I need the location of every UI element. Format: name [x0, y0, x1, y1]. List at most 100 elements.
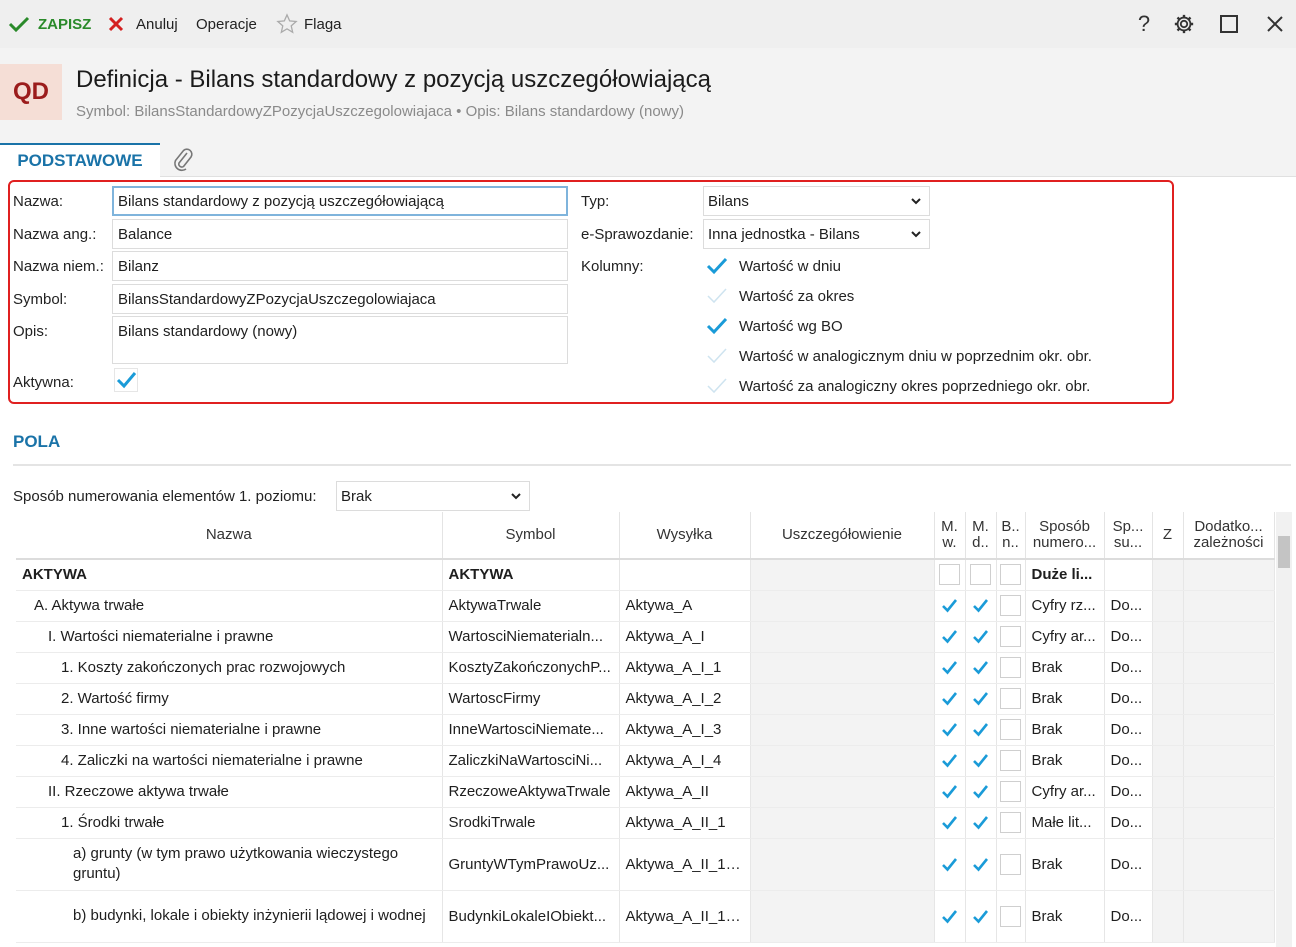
row-symbol-cell[interactable]: WartoscFirmy	[442, 683, 620, 715]
row-checkbox[interactable]	[939, 719, 960, 740]
row-sp-cell[interactable]: Do...	[1104, 621, 1153, 653]
row-checkbox-cell[interactable]	[996, 807, 1026, 839]
row-shipping-cell[interactable]: Aktywa_A_I_1	[619, 652, 751, 684]
tab-basic[interactable]: PODSTAWOWE	[0, 143, 160, 177]
row-checkbox[interactable]	[939, 750, 960, 771]
row-dependencies-cell[interactable]	[1183, 890, 1275, 943]
col-header-symbol[interactable]: Symbol	[442, 512, 620, 560]
row-sp-cell[interactable]	[1104, 559, 1153, 591]
row-sp-cell[interactable]: Do...	[1104, 838, 1153, 891]
row-checkbox-cell[interactable]	[965, 838, 997, 891]
row-symbol-cell[interactable]: AKTYWA	[442, 559, 620, 591]
row-checkbox[interactable]	[1000, 905, 1021, 927]
name-de-input[interactable]: Bilanz	[112, 251, 568, 281]
type-select[interactable]: Bilans	[703, 186, 930, 216]
table-row[interactable]: 4. Zaliczki na wartości niematerialne i …	[16, 745, 1275, 777]
row-checkbox-cell[interactable]	[934, 590, 966, 622]
table-row[interactable]: AKTYWA AKTYWA Duże li...	[16, 559, 1275, 591]
row-shipping-cell[interactable]: Aktywa_A	[619, 590, 751, 622]
row-symbol-cell[interactable]: AktywaTrwale	[442, 590, 620, 622]
row-shipping-cell[interactable]: Aktywa_A_I_2	[619, 683, 751, 715]
row-checkbox[interactable]	[970, 564, 991, 586]
close-window-button[interactable]	[1260, 0, 1290, 48]
row-checkbox[interactable]	[970, 853, 991, 875]
grid-scrollbar[interactable]	[1276, 512, 1292, 947]
description-textarea[interactable]: Bilans standardowy (nowy)	[112, 316, 568, 364]
row-checkbox-cell[interactable]	[934, 559, 966, 591]
row-name-cell[interactable]: 1. Środki trwałe	[16, 807, 443, 839]
table-row[interactable]: 1. Koszty zakończonych prac rozwojowych K…	[16, 652, 1275, 684]
row-checkbox-cell[interactable]	[996, 776, 1026, 808]
row-detail-cell[interactable]	[750, 890, 935, 943]
row-checkbox[interactable]	[1000, 657, 1021, 678]
row-dependencies-cell[interactable]	[1183, 745, 1275, 777]
row-sp-cell[interactable]: Do...	[1104, 745, 1153, 777]
row-checkbox[interactable]	[970, 750, 991, 771]
row-checkbox[interactable]	[1000, 564, 1021, 586]
row-checkbox-cell[interactable]	[934, 652, 966, 684]
row-sp-cell[interactable]: Do...	[1104, 807, 1153, 839]
row-checkbox-cell[interactable]	[996, 683, 1026, 715]
row-symbol-cell[interactable]: InneWartosciNiemate...	[442, 714, 620, 746]
row-checkbox[interactable]	[1000, 719, 1021, 740]
row-detail-cell[interactable]	[750, 590, 935, 622]
row-checkbox[interactable]	[1000, 781, 1021, 802]
row-checkbox[interactable]	[970, 595, 991, 616]
row-checkbox[interactable]	[939, 595, 960, 616]
save-button[interactable]: ZAPISZ	[8, 0, 91, 48]
row-symbol-cell[interactable]: BudynkiLokaleIObiekt...	[442, 890, 620, 943]
row-z-cell[interactable]	[1152, 621, 1184, 653]
row-name-cell[interactable]: 1. Koszty zakończonych prac rozwojowych	[16, 652, 443, 684]
row-sp-cell[interactable]: Do...	[1104, 590, 1153, 622]
row-name-cell[interactable]: A. Aktywa trwałe	[16, 590, 443, 622]
settings-button[interactable]	[1169, 0, 1199, 48]
row-checkbox[interactable]	[970, 719, 991, 740]
table-row[interactable]: A. Aktywa trwałe AktywaTrwale Aktywa_A Cyfr…	[16, 590, 1275, 622]
row-name-cell[interactable]: 3. Inne wartości niematerialne i prawne	[16, 714, 443, 746]
row-detail-cell[interactable]	[750, 621, 935, 653]
table-row[interactable]: b) budynki, lokale i obiekty inżynierii …	[16, 890, 1275, 943]
row-checkbox-cell[interactable]	[996, 714, 1026, 746]
row-shipping-cell[interactable]: Aktywa_A_I_4	[619, 745, 751, 777]
row-checkbox-cell[interactable]	[965, 807, 997, 839]
row-checkbox-cell[interactable]	[996, 745, 1026, 777]
table-row[interactable]: 3. Inne wartości niematerialne i prawne I…	[16, 714, 1275, 746]
row-z-cell[interactable]	[1152, 890, 1184, 943]
row-shipping-cell[interactable]: Aktywa_A_II_1_A	[619, 838, 751, 891]
row-shipping-cell[interactable]: Aktywa_A_II_1	[619, 807, 751, 839]
row-checkbox[interactable]	[939, 626, 960, 647]
name-input[interactable]: Bilans standardowy z pozycją uszczegółow…	[112, 186, 568, 216]
col-header-bn[interactable]: B.. n..	[996, 512, 1026, 560]
row-detail-cell[interactable]	[750, 683, 935, 715]
row-checkbox-cell[interactable]	[934, 890, 966, 943]
row-numbering-cell[interactable]: Cyfry ar...	[1025, 776, 1105, 808]
row-symbol-cell[interactable]: WartosciNiematerialn...	[442, 621, 620, 653]
table-row[interactable]: I. Wartości niematerialne i prawne Wartos…	[16, 621, 1275, 653]
row-dependencies-cell[interactable]	[1183, 776, 1275, 808]
row-numbering-cell[interactable]: Cyfry ar...	[1025, 621, 1105, 653]
table-row[interactable]: a) grunty (w tym prawo użytkowania wiecz…	[16, 838, 1275, 891]
name-en-input[interactable]: Balance	[112, 219, 568, 249]
row-sp-cell[interactable]: Do...	[1104, 652, 1153, 684]
row-symbol-cell[interactable]: SrodkiTrwale	[442, 807, 620, 839]
row-checkbox[interactable]	[939, 657, 960, 678]
row-numbering-cell[interactable]: Brak	[1025, 652, 1105, 684]
row-checkbox-cell[interactable]	[965, 745, 997, 777]
col-header-dependencies[interactable]: Dodatko... zależności	[1183, 512, 1275, 560]
row-dependencies-cell[interactable]	[1183, 838, 1275, 891]
table-row[interactable]: 2. Wartość firmy WartoscFirmy Aktywa_A_I_2…	[16, 683, 1275, 715]
row-detail-cell[interactable]	[750, 652, 935, 684]
row-numbering-cell[interactable]: Brak	[1025, 890, 1105, 943]
row-shipping-cell[interactable]	[619, 559, 751, 591]
row-z-cell[interactable]	[1152, 590, 1184, 622]
row-dependencies-cell[interactable]	[1183, 590, 1275, 622]
row-checkbox-cell[interactable]	[965, 776, 997, 808]
row-symbol-cell[interactable]: ZaliczkiNaWartosciNi...	[442, 745, 620, 777]
row-checkbox-cell[interactable]	[965, 590, 997, 622]
row-numbering-cell[interactable]: Małe lit...	[1025, 807, 1105, 839]
row-checkbox[interactable]	[939, 688, 960, 709]
row-detail-cell[interactable]	[750, 745, 935, 777]
flag-button[interactable]: Flaga	[276, 0, 342, 48]
row-checkbox-cell[interactable]	[996, 890, 1026, 943]
row-z-cell[interactable]	[1152, 776, 1184, 808]
